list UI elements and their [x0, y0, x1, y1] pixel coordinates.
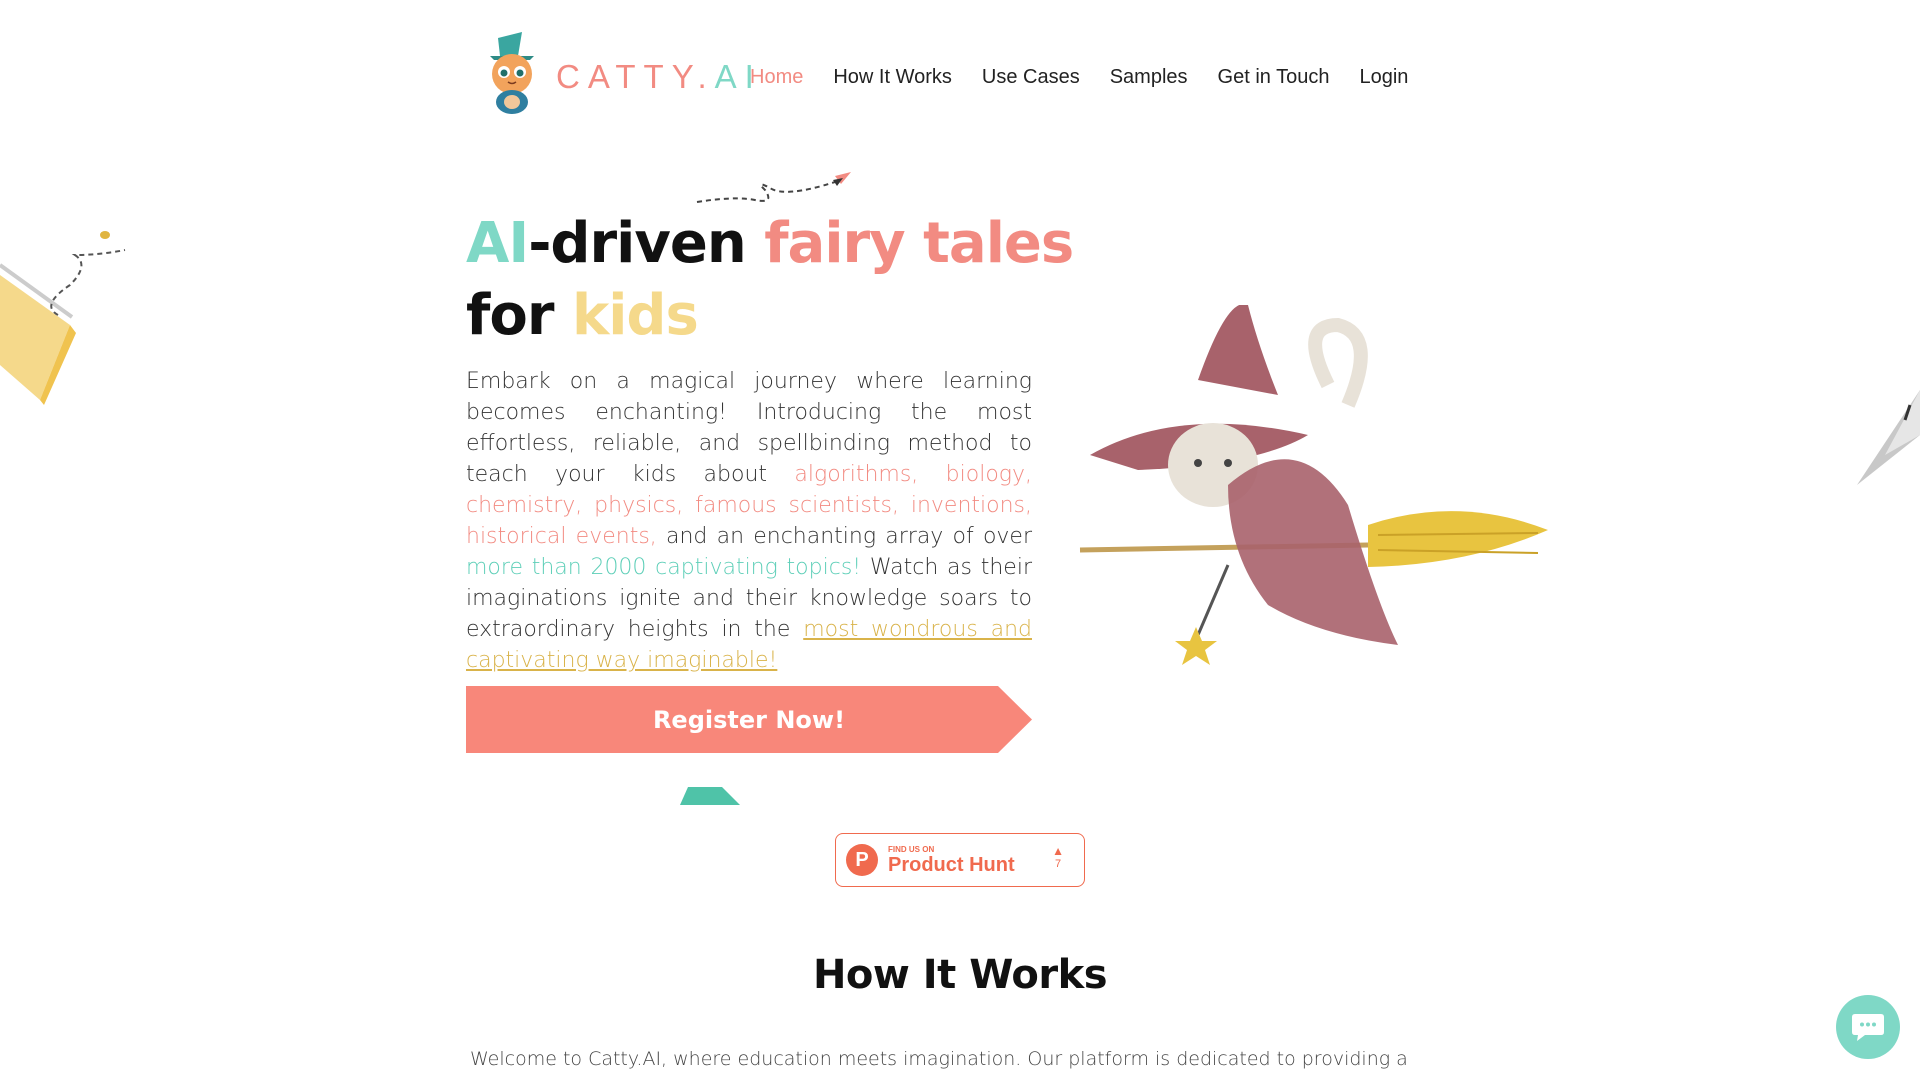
hero-text-middle: and an enchanting array of over	[656, 524, 1033, 549]
paper-plane-trail-decoration	[696, 172, 851, 203]
title-kids: kids	[571, 283, 699, 348]
brand-name[interactable]: CATTY.AI	[556, 58, 762, 96]
brand-main: CATTY.	[556, 58, 715, 95]
witch-cat-illustration	[1079, 305, 1548, 665]
title-fairy-tales: fairy tales	[764, 211, 1074, 276]
product-hunt-votes: ▲ 7	[1052, 844, 1064, 870]
catty-logo-icon[interactable]	[478, 30, 546, 116]
product-hunt-small: FIND US ON	[888, 844, 935, 854]
nav-how-it-works[interactable]: How It Works	[833, 66, 952, 89]
product-hunt-badge[interactable]: P FIND US ON Product Hunt ▲ 7	[835, 833, 1085, 887]
title-ai: AI	[466, 211, 529, 276]
main-nav: Home How It Works Use Cases Samples Get …	[750, 66, 1438, 89]
register-label: Register Now!	[652, 705, 846, 734]
product-hunt-name: Product Hunt	[888, 853, 1015, 876]
product-hunt-texts: FIND US ON Product Hunt	[888, 845, 1015, 876]
title-driven: -driven	[528, 211, 765, 276]
hero-description: Embark on a magical journey where learni…	[466, 366, 1032, 676]
register-now-button[interactable]: Register Now!	[466, 686, 1032, 753]
nav-home[interactable]: Home	[750, 66, 803, 89]
book-bee-decoration	[0, 231, 126, 405]
hero-text-count: more than 2000 captivating topics!	[466, 555, 862, 580]
how-it-works-text: Welcome to Catty.AI, where education mee…	[470, 1048, 1408, 1070]
nav-login[interactable]: Login	[1359, 66, 1408, 89]
upvote-arrow-icon: ▲	[1052, 844, 1064, 858]
title-for: for	[466, 283, 572, 348]
chat-button[interactable]	[1836, 995, 1900, 1059]
product-hunt-logo-icon: P	[846, 844, 878, 876]
paper-plane-decoration	[1857, 390, 1920, 485]
nav-use-cases[interactable]: Use Cases	[982, 66, 1080, 89]
shape-decoration	[680, 787, 740, 805]
vote-count: 7	[1054, 858, 1062, 870]
nav-samples[interactable]: Samples	[1110, 66, 1188, 89]
how-it-works-title: How It Works	[812, 952, 1108, 998]
nav-get-in-touch[interactable]: Get in Touch	[1218, 66, 1330, 89]
hero-title: AI-driven fairy tales for kids	[466, 208, 1074, 352]
chat-bubble-icon	[1852, 1014, 1884, 1041]
